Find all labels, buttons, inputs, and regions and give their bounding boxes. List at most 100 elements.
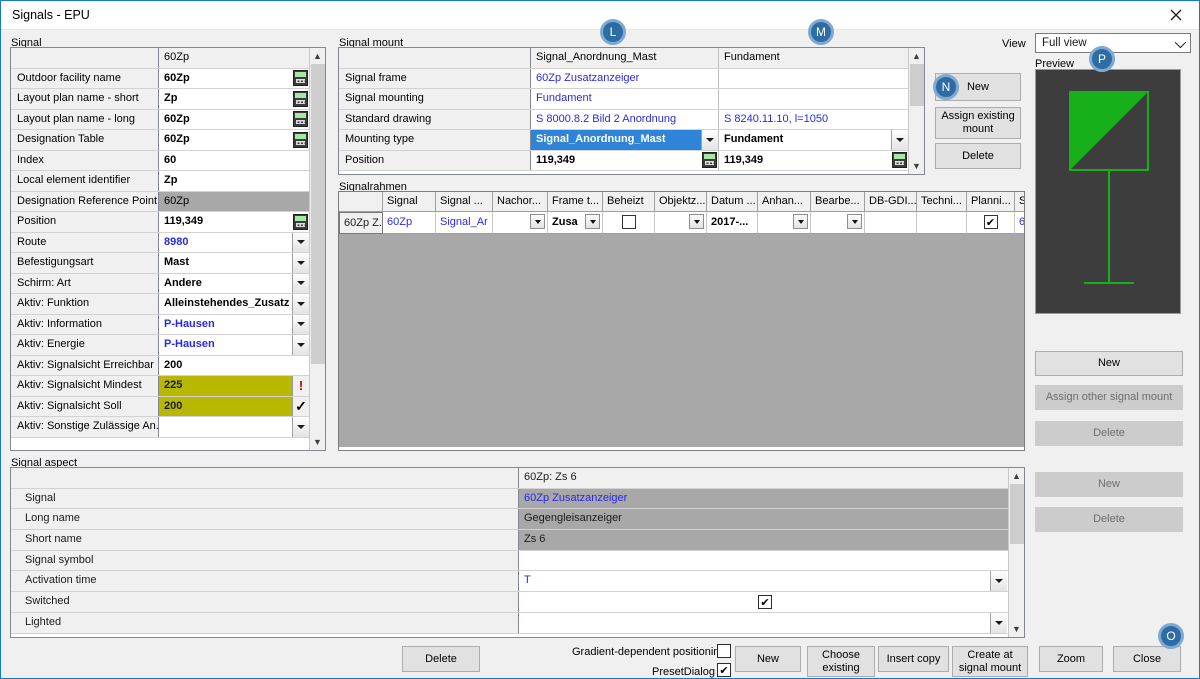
dropdown-arrow-icon[interactable] [292, 232, 309, 252]
aspect-row-value[interactable]: 60Zp Zusatzanzeiger [519, 488, 1008, 509]
signal-row-value[interactable]: P-Hausen [159, 314, 309, 334]
signal-row-14[interactable]: Aktiv: Signalsicht Erreichbar 200 [11, 355, 309, 376]
footer-choose-existing-button[interactable]: Choose existing [807, 646, 875, 677]
signalrahmen-empty-area[interactable] [339, 234, 1024, 447]
aspect-row-value[interactable]: ✔ [519, 592, 1008, 612]
mount-row-col2[interactable] [719, 89, 908, 109]
dropdown-arrow-icon[interactable] [292, 294, 309, 314]
frame-delete-button[interactable]: Delete [1035, 421, 1183, 446]
signal-row-value[interactable]: 200 [159, 355, 309, 375]
signal-row-value[interactable]: 60Zp [159, 130, 309, 150]
signalrahmen-col-header-11[interactable]: Techni... [917, 192, 967, 212]
signal-row-value[interactable]: 60Zp [159, 68, 309, 89]
calculator-icon[interactable] [292, 69, 309, 89]
mount-row-col2[interactable]: 119,349 [719, 150, 908, 170]
calculator-icon[interactable] [292, 130, 309, 150]
footer-new-button[interactable]: New [735, 646, 801, 672]
signal-row-value[interactable]: Zp [159, 89, 309, 109]
signal-row-value[interactable]: 119,349 [159, 212, 309, 232]
mount-row-1[interactable]: Signal mounting Fundament [339, 89, 908, 110]
dropdown-arrow-icon[interactable] [530, 214, 545, 229]
dropdown-arrow-icon[interactable] [891, 130, 908, 150]
signal-row-value[interactable]: Alleinstehendes_Zusatz [159, 294, 309, 314]
aspect-row-value[interactable] [519, 550, 1008, 571]
dropdown-arrow-icon[interactable] [292, 253, 309, 273]
table-row[interactable]: 60Zp Z... 60Zp Signal_Ar Zusa 2017-... ✔ 60Zp:… [339, 212, 1024, 234]
aspect-row-0[interactable]: Signal 60Zp Zusatzanzeiger [11, 488, 1008, 510]
signalrahmen-col-header-12[interactable]: Planni... [967, 192, 1015, 212]
signal-row-17[interactable]: Aktiv: Sonstige Zulässige An... [11, 417, 309, 438]
aspect-row-1[interactable]: Long name Gegengleisanzeiger [11, 509, 1008, 531]
signalrahmen-col-header-2[interactable]: Signal ... [436, 192, 493, 212]
calculator-icon[interactable] [292, 110, 309, 130]
mount-row-0[interactable]: Signal frame 60Zp Zusatzanzeiger [339, 68, 908, 89]
signalrahmen-col-header-1[interactable]: Signal [383, 192, 436, 212]
mount-delete-button[interactable]: Delete [935, 143, 1021, 169]
calculator-icon[interactable] [292, 89, 309, 109]
checkmark-icon[interactable]: ✓ [292, 396, 309, 416]
footer-insert-copy-button[interactable]: Insert copy [878, 646, 949, 672]
signalrahmen-cell-6[interactable] [655, 212, 707, 234]
mount-row-3[interactable]: Mounting type Signal_Anordnung_Mast Fundam… [339, 130, 908, 151]
signalrahmen-col-header-7[interactable]: Datum ... [707, 192, 758, 212]
mount-row-col1[interactable]: 60Zp Zusatzanzeiger [531, 68, 719, 88]
scroll-down-icon[interactable]: ▼ [909, 158, 924, 174]
signal-row-10[interactable]: Schirm: Art Andere [11, 273, 309, 294]
dropdown-arrow-icon[interactable] [847, 214, 862, 229]
scroll-thumb[interactable] [1010, 484, 1024, 544]
calculator-icon[interactable] [292, 212, 309, 232]
scroll-down-icon[interactable]: ▼ [310, 434, 325, 450]
window-close-button[interactable] [1153, 1, 1199, 29]
aspect-new-button[interactable]: New [1035, 472, 1183, 497]
signalrahmen-col-header-13[interactable]: Signal ... [1015, 192, 1024, 212]
mount-row-col1[interactable]: Fundament [531, 89, 719, 109]
signalrahmen-col-header-9[interactable]: Bearbe... [811, 192, 865, 212]
dropdown-arrow-icon[interactable] [292, 417, 309, 437]
signalrahmen-col-header-0[interactable] [339, 192, 383, 212]
footer-zoom-button[interactable]: Zoom [1039, 646, 1103, 672]
mount-row-col1[interactable]: Signal_Anordnung_Mast [531, 130, 719, 150]
dropdown-arrow-icon[interactable] [585, 214, 600, 229]
signalrahmen-cell-5[interactable] [603, 212, 655, 234]
signalrahmen-cell-0[interactable]: 60Zp Z... [339, 212, 383, 234]
dropdown-arrow-icon[interactable] [990, 612, 1007, 633]
signalrahmen-cell-1[interactable]: 60Zp [383, 212, 436, 234]
scroll-down-icon[interactable]: ▼ [1009, 621, 1024, 637]
signal-row-3[interactable]: Designation Table 60Zp [11, 130, 309, 151]
aspect-delete-button[interactable]: Delete [1035, 507, 1183, 532]
signal-mount-grid[interactable]: Signal_Anordnung_Mast Fundament Signal fra… [339, 48, 908, 174]
signal-row-value[interactable]: 60Zp [159, 191, 309, 211]
signal-row-value[interactable]: Zp [159, 171, 309, 191]
aspect-row-5[interactable]: Switched ✔ [11, 592, 1008, 613]
aspect-row-3[interactable]: Signal symbol [11, 550, 1008, 572]
footer-delete-button[interactable]: Delete [402, 646, 480, 672]
presetdialog-checkbox[interactable]: ✔ [717, 663, 731, 677]
aspect-row-2[interactable]: Short name Zs 6 [11, 530, 1008, 551]
signal-row-value[interactable] [159, 417, 309, 437]
dropdown-arrow-icon[interactable] [292, 335, 309, 355]
dropdown-arrow-icon[interactable] [292, 273, 309, 293]
signal-row-5[interactable]: Local element identifier Zp [11, 171, 309, 192]
signalrahmen-cell-11[interactable] [917, 212, 967, 234]
signal-row-2[interactable]: Layout plan name - long 60Zp [11, 109, 309, 130]
signalrahmen-cell-7[interactable]: 2017-... [707, 212, 758, 234]
signalrahmen-cell-2[interactable]: Signal_Ar [436, 212, 493, 234]
mount-row-col1[interactable]: S 8000.8.2 Bild 2 Anordnung [531, 109, 719, 129]
dropdown-arrow-icon[interactable] [990, 571, 1007, 592]
dropdown-arrow-icon[interactable] [689, 214, 704, 229]
checkbox-unchecked[interactable] [621, 215, 636, 229]
signalrahmen-col-header-5[interactable]: Beheizt [603, 192, 655, 212]
signal-row-4[interactable]: Index 60 [11, 150, 309, 171]
footer-close-button[interactable]: Close [1113, 646, 1181, 672]
checkbox-checked[interactable]: ✔ [983, 215, 998, 229]
signal-aspect-grid[interactable]: 60Zp: Zs 6 Signal 60Zp Zusatzanzeiger Long … [11, 468, 1008, 637]
frame-new-button[interactable]: New [1035, 351, 1183, 376]
aspect-row-value[interactable]: Zs 6 [519, 530, 1008, 550]
signal-row-6[interactable]: Designation Reference Point 60Zp [11, 191, 309, 212]
signal-row-9[interactable]: Befestigungsart Mast [11, 253, 309, 274]
aspect-row-value[interactable]: Gegengleisanzeiger [519, 509, 1008, 530]
warning-icon[interactable]: ! [292, 376, 309, 396]
scroll-up-icon[interactable]: ▲ [909, 48, 924, 64]
scroll-thumb[interactable] [910, 64, 924, 106]
dropdown-arrow-icon[interactable] [701, 130, 718, 150]
